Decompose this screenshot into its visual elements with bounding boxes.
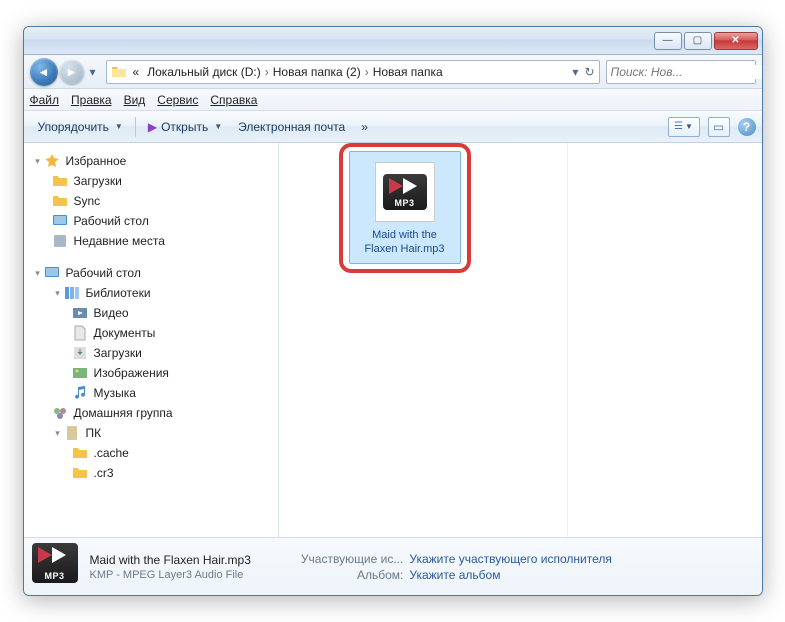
tree-downloads[interactable]: Загрузки	[24, 171, 278, 191]
toolbar-overflow[interactable]: »	[353, 115, 376, 139]
view-mode-button[interactable]: ☰▼	[668, 117, 700, 137]
open-button[interactable]: ▶Открыть▼	[140, 115, 230, 139]
organize-button[interactable]: Упорядочить▼	[30, 115, 131, 139]
maximize-button[interactable]: ▢	[684, 32, 712, 50]
pc-icon	[64, 425, 80, 441]
details-thumbnail: MP3	[32, 543, 80, 591]
minimize-button[interactable]: —	[654, 32, 682, 50]
menu-edit[interactable]: Правка	[71, 93, 112, 107]
preview-pane-button[interactable]: ▭	[708, 117, 730, 137]
file-list[interactable]: MP3 Maid with the Flaxen Hair.mp3	[279, 143, 567, 537]
tree-documents[interactable]: Документы	[24, 323, 278, 343]
document-icon	[72, 325, 88, 341]
details-pane: MP3 Maid with the Flaxen Hair.mp3 KMP - …	[24, 537, 762, 595]
navbar: ◄ ► ▾ « Локальный диск (D:) › Новая папк…	[24, 55, 762, 89]
close-button[interactable]: ✕	[714, 32, 758, 50]
details-artist-label: Участвующие ис...	[301, 552, 403, 566]
star-icon	[44, 153, 60, 169]
folder-icon	[72, 445, 88, 461]
libraries-icon	[64, 285, 80, 301]
tree-desktop[interactable]: ▾Рабочий стол	[24, 263, 278, 283]
forward-button[interactable]: ►	[60, 60, 84, 84]
tree-favorites[interactable]: ▾Избранное	[24, 151, 278, 171]
mp3-icon: MP3	[32, 543, 78, 583]
menu-file[interactable]: Файл	[30, 93, 60, 107]
details-artist-value[interactable]: Укажите участвующего исполнителя	[409, 552, 612, 566]
tree-cache[interactable]: .cache	[24, 443, 278, 463]
breadcrumb-0[interactable]: Локальный диск (D:)	[143, 65, 265, 79]
refresh-icon[interactable]: ↻	[584, 65, 594, 79]
video-icon	[72, 305, 88, 321]
homegroup-icon	[52, 405, 68, 421]
folder-icon	[52, 193, 68, 209]
tree-downloads-lib[interactable]: Загрузки	[24, 343, 278, 363]
tree-pictures[interactable]: Изображения	[24, 363, 278, 383]
tree-recent[interactable]: Недавние места	[24, 231, 278, 251]
mp3-icon: MP3	[383, 174, 427, 210]
tree-pc[interactable]: ▾ПК	[24, 423, 278, 443]
details-filetype: KMP - MPEG Layer3 Audio File	[90, 569, 251, 581]
tree-cr3[interactable]: .cr3	[24, 463, 278, 483]
address-bar[interactable]: « Локальный диск (D:) › Новая папка (2) …	[106, 60, 600, 84]
breadcrumb-2[interactable]: Новая папка	[369, 65, 447, 79]
file-name-label: Maid with the Flaxen Hair.mp3	[356, 228, 454, 257]
email-button[interactable]: Электронная почта	[230, 115, 353, 139]
folder-icon	[111, 64, 127, 80]
details-filename: Maid with the Flaxen Hair.mp3	[90, 553, 251, 567]
search-input[interactable]	[611, 65, 763, 79]
details-album-label: Альбом:	[301, 568, 403, 582]
download-icon	[72, 345, 88, 361]
folder-icon	[52, 173, 68, 189]
tree-video[interactable]: Видео	[24, 303, 278, 323]
breadcrumb-prefix: «	[129, 65, 144, 79]
menu-help[interactable]: Справка	[210, 93, 257, 107]
file-item-selected[interactable]: MP3 Maid with the Flaxen Hair.mp3	[349, 151, 461, 264]
recent-icon	[52, 233, 68, 249]
back-button[interactable]: ◄	[30, 58, 58, 86]
search-box[interactable]: 🔍	[606, 60, 756, 84]
tree-homegroup[interactable]: Домашняя группа	[24, 403, 278, 423]
nav-history-dropdown[interactable]: ▾	[86, 60, 100, 84]
address-dropdown-icon[interactable]: ▾	[572, 65, 578, 79]
tree-desktop-fav[interactable]: Рабочий стол	[24, 211, 278, 231]
menubar: Файл Правка Вид Сервис Справка	[24, 89, 762, 111]
tree-sync[interactable]: Sync	[24, 191, 278, 211]
music-icon	[72, 385, 88, 401]
menu-view[interactable]: Вид	[124, 93, 146, 107]
desktop-icon	[44, 265, 60, 281]
help-button[interactable]: ?	[738, 118, 756, 136]
breadcrumb-1[interactable]: Новая папка (2)	[269, 65, 365, 79]
pictures-icon	[72, 365, 88, 381]
body-area: ▾Избранное Загрузки Sync Рабочий стол Не…	[24, 143, 762, 537]
nav-tree: ▾Избранное Загрузки Sync Рабочий стол Не…	[24, 143, 279, 537]
preview-pane	[567, 143, 762, 537]
desktop-icon	[52, 213, 68, 229]
folder-icon	[72, 465, 88, 481]
titlebar: — ▢ ✕	[24, 27, 762, 55]
play-icon: ▶	[148, 120, 157, 134]
toolbar: Упорядочить▼ ▶Открыть▼ Электронная почта…	[24, 111, 762, 143]
tree-music[interactable]: Музыка	[24, 383, 278, 403]
explorer-window: — ▢ ✕ ◄ ► ▾ « Локальный диск (D:) › Нова…	[23, 26, 763, 596]
menu-tools[interactable]: Сервис	[157, 93, 198, 107]
file-thumbnail: MP3	[375, 162, 435, 222]
tree-libraries[interactable]: ▾Библиотеки	[24, 283, 278, 303]
details-album-value[interactable]: Укажите альбом	[409, 568, 612, 582]
